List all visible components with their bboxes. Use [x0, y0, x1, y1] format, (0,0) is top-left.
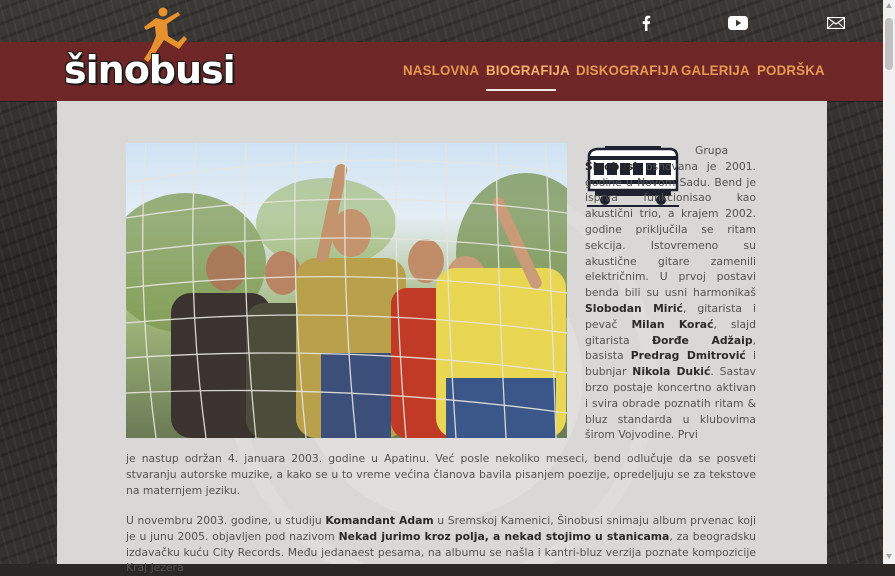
- nav-biografija[interactable]: BIOGRAFIJA: [486, 62, 570, 78]
- member-name: Đorđe Adžaip: [651, 333, 753, 347]
- intro-paragraph-continued: je nastup održan 4. januara 2003. godine…: [126, 452, 756, 497]
- scroll-up-arrow-icon[interactable]: [886, 3, 892, 8]
- facebook-link[interactable]: [635, 14, 657, 32]
- band-photo-illustration: [126, 143, 567, 438]
- member-name: Predrag Dmitrović: [630, 349, 746, 363]
- site-logo[interactable]: šinobusi: [64, 6, 254, 92]
- scrollbar-thumb[interactable]: [885, 18, 893, 70]
- logo-wordmark: šinobusi: [64, 48, 236, 92]
- studio-name: Komandant Adam: [325, 514, 434, 527]
- scroll-down-arrow-icon[interactable]: [886, 554, 892, 559]
- nav-naslovna[interactable]: NASLOVNA: [403, 62, 479, 78]
- youtube-icon: [728, 16, 748, 30]
- member-name: Nikola Dukić: [632, 365, 711, 379]
- nav-diskografija[interactable]: DISKOGRAFIJA: [576, 62, 679, 78]
- album-paragraph: U novembru 2003. godine, u studiju Koman…: [126, 513, 756, 576]
- nav-podrska[interactable]: PODRŠKA: [757, 62, 825, 78]
- album-title: Nekad jurimo kroz polja, a nekad stojimo…: [338, 529, 670, 543]
- nav-galerija[interactable]: GALERIJA: [681, 62, 750, 78]
- band-photo: [126, 143, 567, 438]
- intro-text: osnovana je 2001. godine u Novom Sadu. B…: [585, 159, 756, 300]
- vertical-scrollbar[interactable]: [883, 0, 895, 564]
- member-name: Slobodan Mirić: [585, 301, 683, 315]
- paragraph-text: U novembru 2003. godine, u studiju: [126, 514, 326, 527]
- active-nav-underline: [486, 89, 556, 91]
- mail-link[interactable]: [825, 14, 847, 32]
- train-spacer: [585, 153, 695, 154]
- mail-icon: [827, 17, 845, 29]
- youtube-link[interactable]: [727, 14, 749, 32]
- intro-text: Grupa: [695, 144, 729, 157]
- intro-paragraph: Grupa Šinobusi osnovana je 2001. godine …: [585, 143, 756, 443]
- member-name: Milan Korać: [631, 317, 714, 331]
- facebook-icon: [642, 15, 651, 31]
- band-name: Šinobusi: [585, 159, 638, 173]
